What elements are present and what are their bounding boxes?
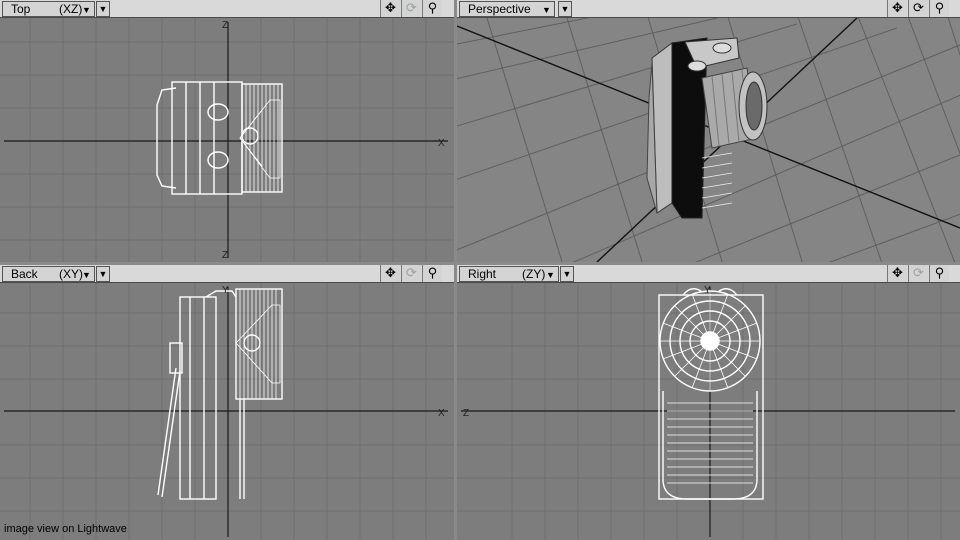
rotate-view-button[interactable]: ⟳ (401, 0, 421, 17)
viewport-back[interactable]: Back (XY) ▼ ▼ ✥ ⟳ ⚲ Y X (0, 265, 454, 540)
viewport-canvas[interactable]: Z Z X (0, 18, 454, 262)
view-name: Right (468, 267, 497, 281)
view-mode-select[interactable]: Top (XZ) ▼ (2, 1, 95, 17)
wireframe-model (157, 288, 283, 500)
viewport-perspective[interactable]: Perspective ▼ ▼ ✥ ⟳ ⚲ (457, 0, 960, 262)
dropdown-arrow-icon: ▼ (562, 269, 572, 279)
viewport-menu-button[interactable]: ▼ (558, 1, 572, 17)
view-name: Perspective (468, 2, 531, 16)
dropdown-arrow-icon: ▼ (82, 270, 91, 280)
viewport-menu-button[interactable]: ▼ (560, 266, 574, 282)
axis-letter-x: X (438, 408, 445, 419)
rotate-icon: ⟳ (406, 0, 417, 15)
rotate-view-button[interactable]: ⟳ (908, 0, 928, 17)
viewport-menu-button[interactable]: ▼ (96, 1, 110, 17)
axis-letter-x: X (438, 138, 445, 149)
viewport-canvas[interactable]: Y X (0, 283, 454, 540)
zoom-icon: ⚲ (427, 0, 438, 15)
zoom-icon: ⚲ (427, 265, 438, 280)
viewport-menu-button[interactable]: ▼ (96, 266, 110, 282)
viewport-canvas[interactable] (457, 18, 960, 262)
viewport-canvas[interactable]: Z Y (457, 283, 960, 540)
wireframe-model (658, 288, 764, 500)
rotate-view-button[interactable]: ⟳ (401, 265, 421, 282)
dropdown-arrow-icon: ▼ (98, 269, 108, 279)
zoom-icon: ⚲ (934, 0, 945, 15)
viewport-top[interactable]: Top (XZ) ▼ ▼ ✥ ⟳ ⚲ Z Z X (0, 0, 454, 262)
axis-letter-z-bottom: Z (222, 250, 228, 261)
rotate-icon: ⟳ (913, 265, 924, 280)
wireframe-model (156, 81, 283, 195)
axis-letter-z: Z (463, 408, 469, 419)
zoom-view-button[interactable]: ⚲ (929, 0, 949, 17)
axes (4, 287, 448, 537)
view-axes: (XY) (59, 267, 83, 281)
move-icon: ✥ (892, 265, 903, 280)
image-caption: image view on Lightwave (4, 523, 127, 535)
viewport-toolbar: Back (XY) ▼ ▼ ✥ ⟳ ⚲ (0, 265, 454, 283)
axis-letter-z: Z (222, 20, 228, 31)
viewport-toolbar: Top (XZ) ▼ ▼ ✥ ⟳ ⚲ (0, 0, 454, 18)
grid-lines (0, 18, 454, 262)
axis-letter-y: Y (704, 285, 711, 296)
zoom-view-button[interactable]: ⚲ (929, 265, 949, 282)
dropdown-arrow-icon: ▼ (98, 4, 108, 14)
viewport-toolbar: Right (ZY) ▼ ▼ ✥ ⟳ ⚲ (457, 265, 960, 283)
dropdown-arrow-icon: ▼ (82, 5, 91, 15)
move-icon: ✥ (385, 0, 396, 15)
rotate-icon: ⟳ (913, 0, 924, 15)
zoom-view-button[interactable]: ⚲ (422, 0, 442, 17)
dropdown-arrow-icon: ▼ (542, 5, 551, 15)
viewport-toolbar: Perspective ▼ ▼ ✥ ⟳ ⚲ (457, 0, 960, 18)
move-view-button[interactable]: ✥ (380, 0, 400, 17)
view-name: Top (11, 2, 31, 16)
move-icon: ✥ (385, 265, 396, 280)
move-icon: ✥ (892, 0, 903, 15)
move-view-button[interactable]: ✥ (887, 265, 907, 282)
view-axes: (ZY) (522, 267, 546, 281)
dropdown-arrow-icon: ▼ (546, 270, 555, 280)
zoom-icon: ⚲ (934, 265, 945, 280)
view-mode-select[interactable]: Right (ZY) ▼ (459, 266, 559, 282)
view-name: Back (11, 267, 38, 281)
move-view-button[interactable]: ✥ (380, 265, 400, 282)
zoom-view-button[interactable]: ⚲ (422, 265, 442, 282)
rotate-view-button[interactable]: ⟳ (908, 265, 928, 282)
axes (4, 22, 448, 258)
rotate-icon: ⟳ (406, 265, 417, 280)
move-view-button[interactable]: ✥ (887, 0, 907, 17)
view-axes: (XZ) (59, 2, 83, 16)
axis-letter-y: Y (222, 285, 229, 296)
view-mode-select[interactable]: Back (XY) ▼ (2, 266, 95, 282)
view-mode-select[interactable]: Perspective ▼ (459, 1, 555, 17)
dropdown-arrow-icon: ▼ (560, 4, 570, 14)
viewport-right[interactable]: Right (ZY) ▼ ▼ ✥ ⟳ ⚲ Z Y (457, 265, 960, 540)
